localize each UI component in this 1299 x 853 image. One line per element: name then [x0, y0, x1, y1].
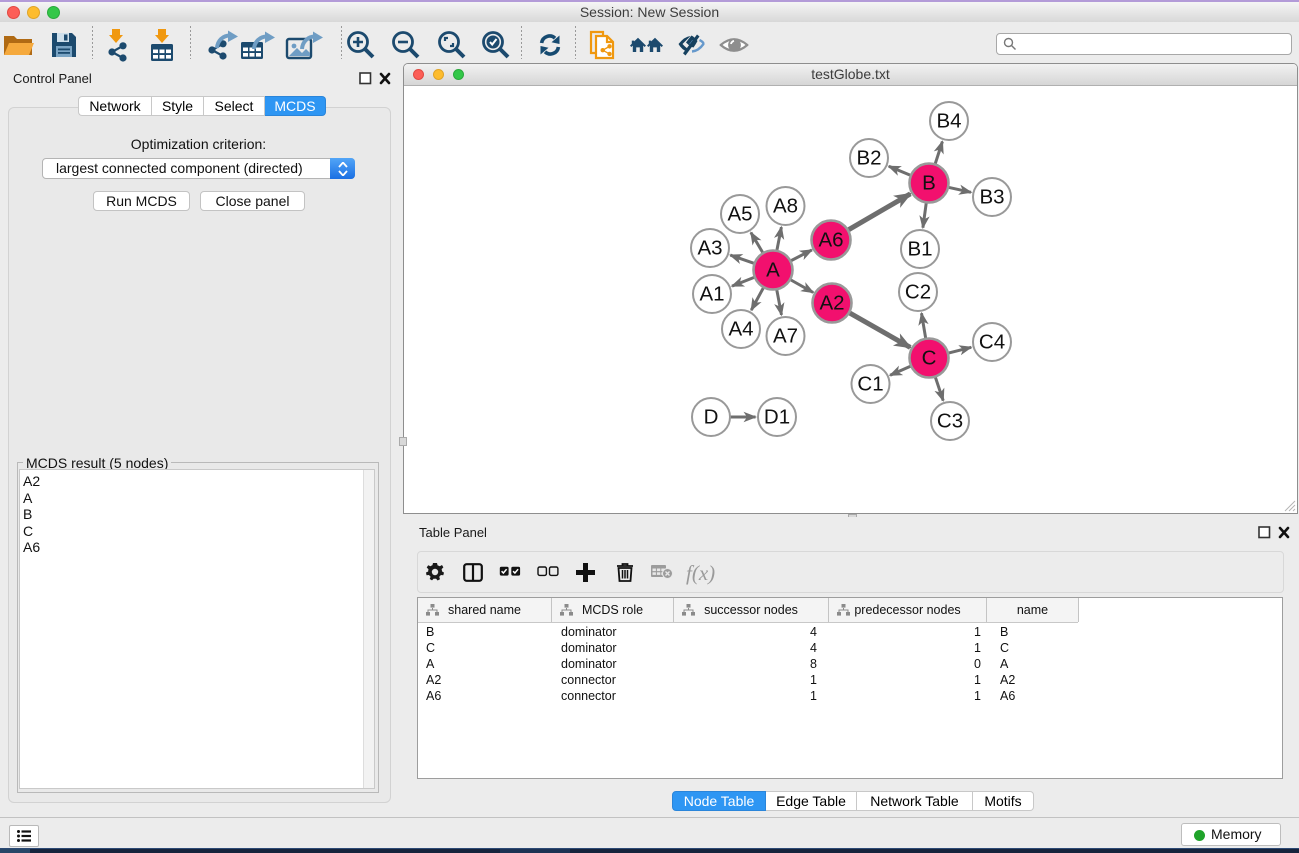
svg-text:B4: B4 — [936, 110, 961, 133]
svg-text:A4: A4 — [728, 318, 753, 341]
svg-text:D: D — [704, 406, 719, 429]
svg-text:C3: C3 — [937, 410, 963, 433]
svg-text:A8: A8 — [773, 195, 798, 218]
svg-text:B2: B2 — [856, 147, 881, 170]
svg-text:C2: C2 — [905, 281, 931, 304]
svg-text:A2: A2 — [819, 292, 844, 315]
svg-text:C4: C4 — [979, 331, 1005, 354]
svg-text:C1: C1 — [857, 373, 883, 396]
svg-text:A5: A5 — [727, 203, 752, 226]
svg-text:B3: B3 — [979, 186, 1004, 209]
svg-text:A: A — [766, 259, 780, 282]
svg-text:A1: A1 — [699, 283, 724, 306]
svg-text:D1: D1 — [764, 406, 790, 429]
svg-text:C: C — [922, 347, 937, 370]
svg-text:A3: A3 — [697, 237, 722, 260]
svg-text:A6: A6 — [818, 229, 843, 252]
svg-text:A7: A7 — [773, 325, 798, 348]
svg-text:B: B — [922, 172, 936, 195]
svg-text:B1: B1 — [907, 238, 932, 261]
